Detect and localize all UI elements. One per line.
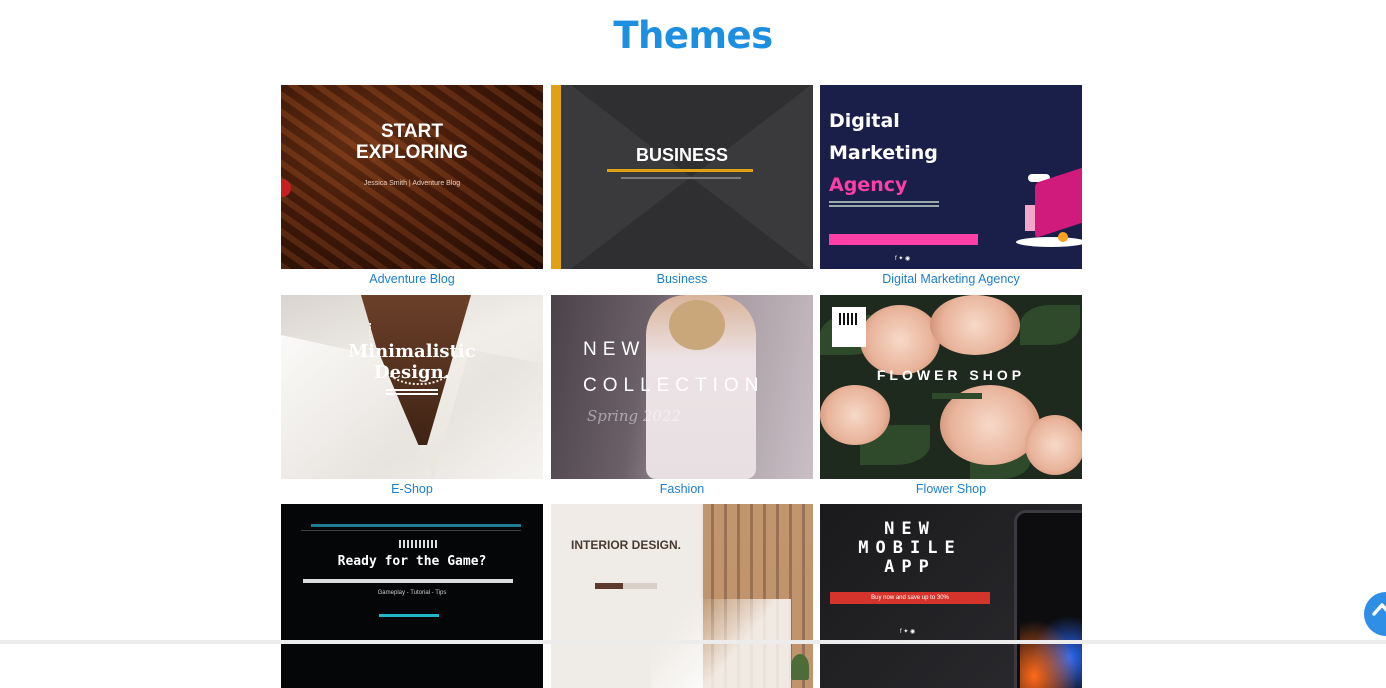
thumb-heading-line: Agency — [829, 174, 908, 196]
theme-caption[interactable]: Adventure Blog — [281, 272, 543, 286]
thumb-heading: Ready for the Game? — [337, 554, 487, 569]
thumb-heading: INTERIOR DESIGN. — [571, 538, 682, 552]
thumb-button — [829, 234, 978, 245]
page-title: Themes — [613, 14, 773, 57]
theme-caption[interactable]: E-Shop — [281, 482, 543, 496]
theme-thumbnail[interactable]: FLOWER SHOP — [820, 295, 1082, 479]
barcode-icon — [399, 540, 439, 548]
theme-thumbnail[interactable]: NEW MOBILE APP Buy now and save up to 30… — [820, 504, 1082, 688]
thumb-heading-line: Marketing — [829, 142, 938, 164]
theme-card-digital-marketing-agency[interactable]: Digital Marketing Agency f ✦ ◉ Digital M… — [820, 85, 1082, 286]
theme-card-business[interactable]: BUSINESS Business — [551, 85, 813, 286]
thumb-heading: Minimalistic Design. — [348, 341, 476, 383]
theme-card-flower-shop[interactable]: FLOWER SHOP Flower Shop — [820, 295, 1082, 496]
page-bottom-divider — [0, 640, 1386, 644]
scroll-to-top-button[interactable] — [1364, 592, 1386, 636]
barcode-logo-icon — [832, 307, 866, 347]
theme-card-fashion[interactable]: NEW COLLECTION Spring 2022 Fashion — [551, 295, 813, 496]
thumb-heading-line: Digital — [829, 110, 900, 132]
thumb-heading: FLOWER SHOP — [876, 367, 1026, 383]
thumb-heading: BUSINESS — [635, 145, 729, 165]
theme-card-game[interactable]: Ready for the Game? Gameplay - Tutorial … — [281, 504, 543, 688]
chevron-up-icon — [1372, 603, 1386, 616]
thumb-subtitle: Gameplay - Tutorial - Tips — [377, 590, 447, 596]
social-icons: f ✦ ◉ — [895, 256, 911, 262]
theme-card-mobile-app[interactable]: NEW MOBILE APP Buy now and save up to 30… — [820, 504, 1082, 688]
theme-card-e-shop[interactable]: Minimalistic Design. E-Shop — [281, 295, 543, 496]
thumb-subtitle: Jessica Smith | Adventure Blog — [363, 180, 461, 187]
accent-stripe — [551, 85, 561, 269]
theme-thumbnail[interactable]: NEW COLLECTION Spring 2022 — [551, 295, 813, 479]
theme-card-interior-design[interactable]: INTERIOR DESIGN. — [551, 504, 813, 688]
thumb-heading: START EXPLORING — [356, 121, 468, 163]
thumb-banner-text: Buy now and save up to 30% — [871, 595, 949, 601]
thumb-heading: COLLECTION — [583, 375, 765, 396]
social-icons: f ✦ ◉ — [900, 629, 916, 635]
thumb-banner: Buy now and save up to 30% — [830, 592, 990, 604]
theme-thumbnail[interactable]: START EXPLORING Jessica Smith | Adventur… — [281, 85, 543, 269]
theme-thumbnail[interactable]: Ready for the Game? Gameplay - Tutorial … — [281, 504, 543, 688]
theme-caption[interactable]: Fashion — [551, 482, 813, 496]
plant-icon — [791, 654, 809, 680]
theme-thumbnail[interactable]: Digital Marketing Agency f ✦ ◉ — [820, 85, 1082, 269]
theme-caption[interactable]: Digital Marketing Agency — [820, 272, 1082, 286]
theme-thumbnail[interactable]: Minimalistic Design. — [281, 295, 543, 479]
thumb-heading: NEW — [583, 339, 646, 360]
theme-thumbnail[interactable]: BUSINESS — [551, 85, 813, 269]
thumb-subtitle: Spring 2022 — [587, 407, 682, 425]
theme-thumbnail[interactable]: INTERIOR DESIGN. — [551, 504, 813, 688]
theme-caption[interactable]: Flower Shop — [820, 482, 1082, 496]
thumb-heading: Digital Marketing Agency — [829, 105, 938, 201]
thumb-heading: NEW MOBILE APP — [858, 519, 962, 577]
theme-caption[interactable]: Business — [551, 272, 813, 286]
theme-card-adventure-blog[interactable]: START EXPLORING Jessica Smith | Adventur… — [281, 85, 543, 286]
